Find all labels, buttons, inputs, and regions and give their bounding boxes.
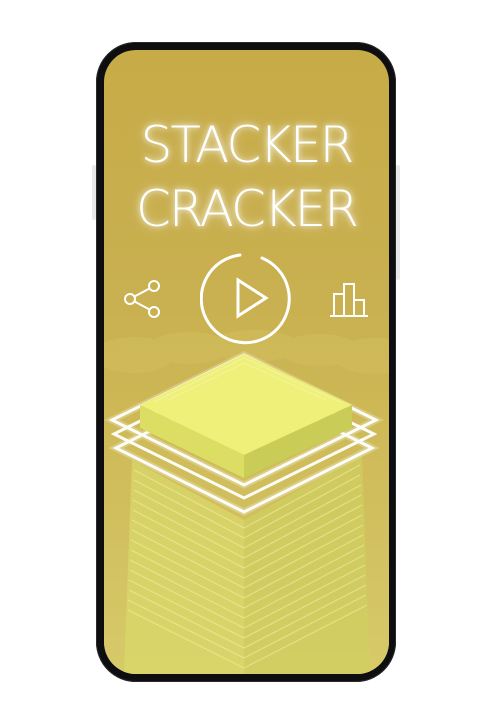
leaderboard-button[interactable]: [328, 280, 376, 320]
phone-side-button-left: [92, 165, 96, 220]
share-icon: [124, 280, 160, 318]
phone-side-button-right: [396, 165, 400, 280]
game-title-line1: STACKER: [140, 116, 355, 174]
play-button[interactable]: [199, 250, 296, 346]
game-screen[interactable]: STACKER CRACKER: [104, 50, 389, 674]
leaderboard-icon: [330, 283, 368, 317]
play-icon: [199, 253, 291, 345]
game-title-line2: CRACKER: [136, 180, 359, 238]
share-button[interactable]: [120, 278, 166, 322]
